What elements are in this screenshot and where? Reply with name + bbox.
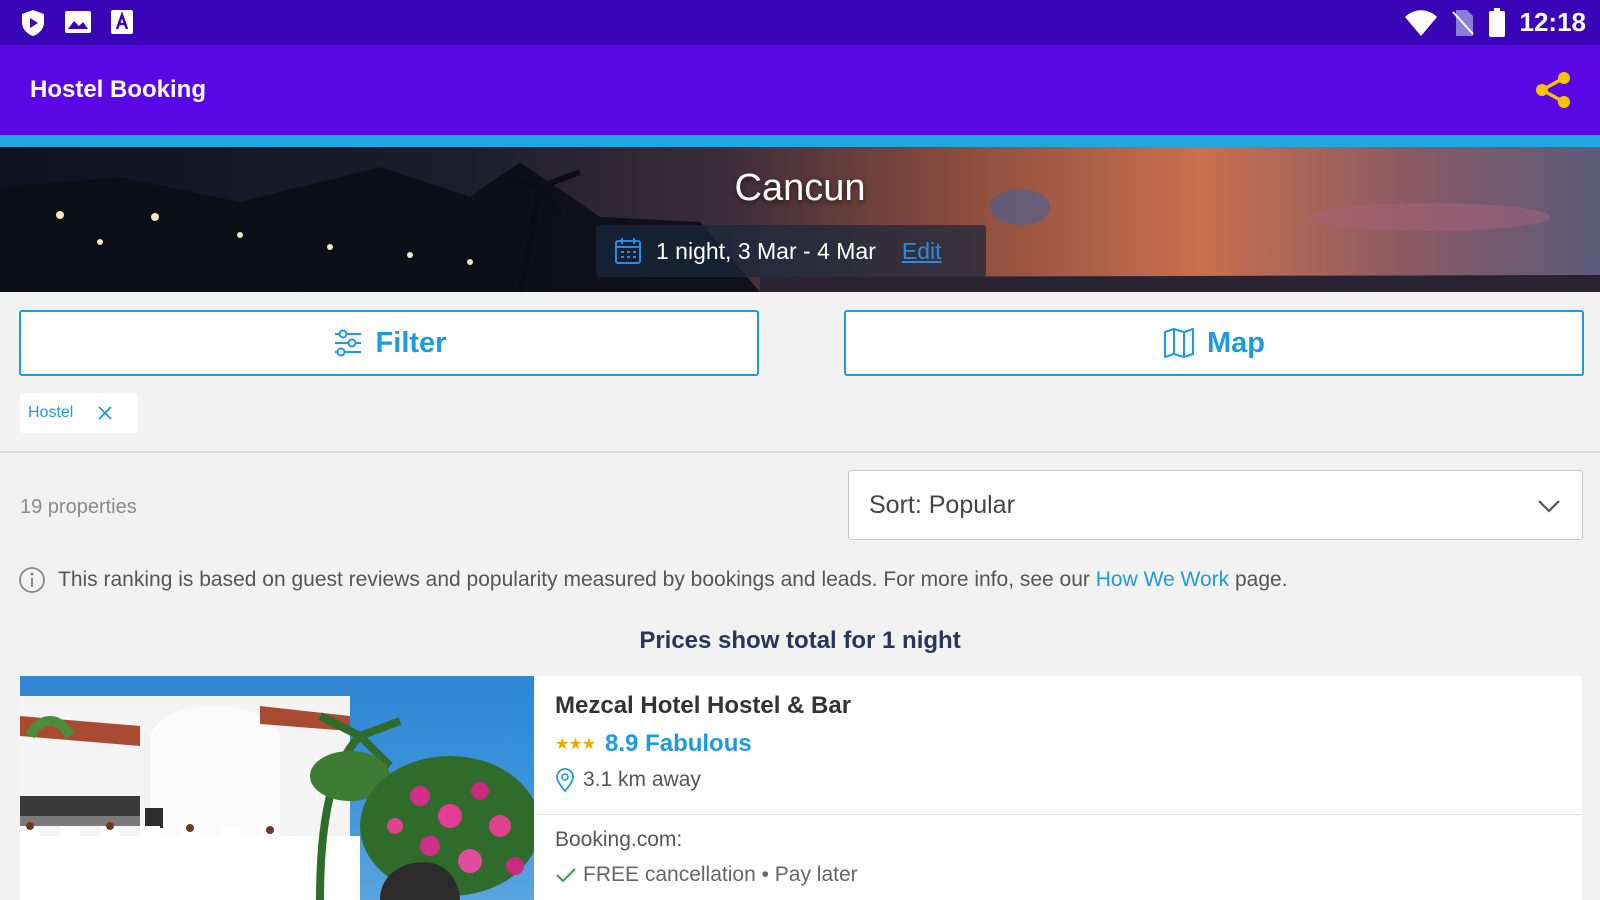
no-sim-icon	[1451, 9, 1474, 36]
map-button[interactable]: Map	[844, 310, 1584, 376]
calendar-icon	[615, 238, 641, 264]
card-divider	[534, 814, 1582, 815]
share-button[interactable]	[1534, 70, 1574, 110]
font-icon	[111, 10, 133, 34]
listing-distance: 3.1 km away	[555, 768, 701, 792]
close-icon[interactable]	[97, 405, 113, 421]
hostel-photo-illustration	[20, 696, 534, 900]
battery-icon	[1488, 7, 1505, 37]
filter-button[interactable]: Filter	[19, 310, 759, 376]
ranking-info: This ranking is based on guest reviews a…	[18, 566, 1288, 594]
section-divider	[0, 451, 1600, 453]
info-icon	[19, 567, 45, 593]
shield-icon	[22, 10, 44, 36]
provider-name: Booking.com:	[555, 828, 683, 851]
review-score: 8.9 Fabulous	[605, 730, 752, 757]
listing-rating: ★★★ 8.9 Fabulous	[555, 730, 752, 758]
star-rating-icon: ★★★	[555, 736, 596, 753]
sort-label: Sort: Popular	[869, 490, 1015, 519]
status-bar: 12:18	[0, 0, 1600, 45]
map-label: Map	[1207, 326, 1265, 359]
cancellation-info: FREE cancellation • Pay later	[555, 863, 858, 887]
loading-bar	[0, 135, 1600, 147]
check-icon	[556, 868, 576, 883]
listing-photo[interactable]	[20, 676, 534, 900]
app-title: Hostel Booking	[30, 76, 207, 103]
listing-name[interactable]: Mezcal Hotel Hostel & Bar	[555, 692, 851, 720]
map-icon	[1164, 328, 1194, 358]
sort-dropdown[interactable]: Sort: Popular	[848, 470, 1583, 540]
listing-card[interactable]: Mezcal Hotel Hostel & Bar ★★★ 8.9 Fabulo…	[20, 676, 1582, 900]
filter-sliders-icon	[334, 329, 361, 357]
share-icon	[1536, 72, 1570, 108]
chevron-down-icon	[1538, 500, 1560, 513]
hostel-filter-chip[interactable]: Hostel	[20, 393, 138, 433]
image-icon	[65, 11, 91, 33]
wifi-icon	[1404, 9, 1437, 36]
how-we-work-link[interactable]: How We Work	[1096, 568, 1229, 591]
status-time: 12:18	[1519, 7, 1587, 37]
app-bar: Hostel Booking	[0, 45, 1600, 135]
prices-note: Prices show total for 1 night	[639, 627, 961, 654]
destination-city: Cancun	[734, 167, 866, 209]
distance-text: 3.1 km away	[583, 768, 701, 791]
edit-dates-link[interactable]: Edit	[902, 238, 942, 265]
date-range-text: 1 night, 3 Mar - 4 Mar	[656, 237, 876, 264]
ranking-info-text: This ranking is based on guest reviews a…	[58, 568, 1288, 591]
date-range-bar: 1 night, 3 Mar - 4 Mar Edit	[596, 225, 986, 277]
results-count: 19 properties	[20, 496, 137, 518]
filter-label: Filter	[375, 326, 447, 359]
location-pin-icon	[556, 768, 574, 792]
destination-hero: Cancun 1 night, 3 Mar - 4 Mar Edit	[0, 147, 1600, 292]
cancellation-text: FREE cancellation • Pay later	[583, 863, 858, 886]
chip-label: Hostel	[28, 404, 74, 421]
